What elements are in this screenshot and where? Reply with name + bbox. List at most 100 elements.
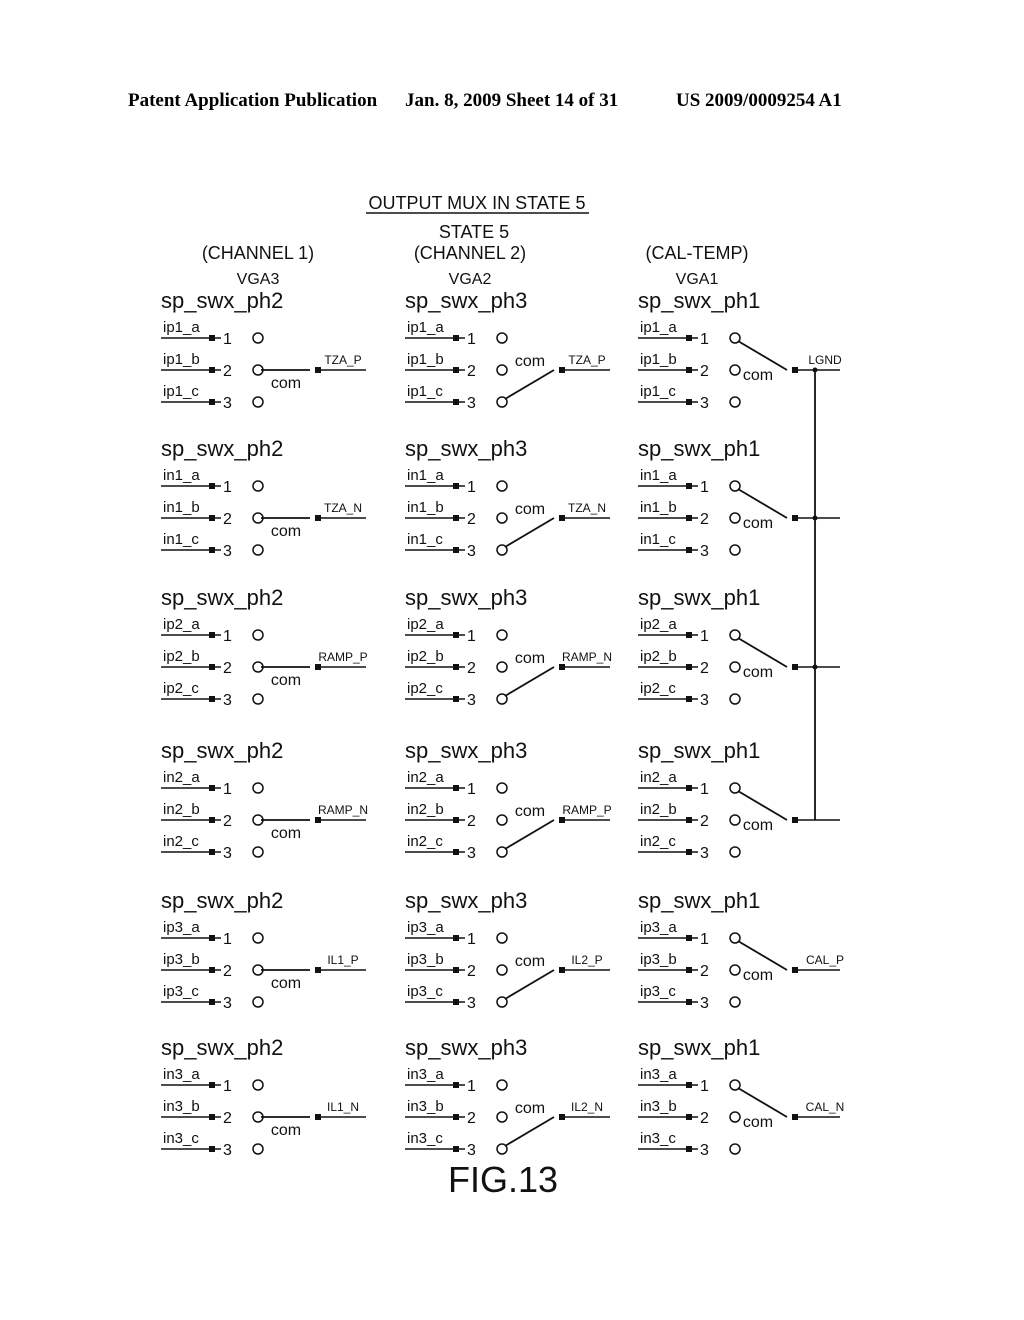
switch-name: sp_swx_ph1 [638,436,760,461]
pin-number: 1 [467,479,476,496]
pin-number: 3 [467,692,476,709]
com-terminal [559,664,565,670]
pin-number: 2 [700,363,709,380]
contact-circle [729,512,741,524]
switch-name: sp_swx_ph2 [161,436,283,461]
input-label: in2_a [640,769,677,786]
pin-number: 2 [223,963,232,980]
com-label: com [271,672,301,689]
input-label: ip2_c [407,680,443,697]
output-net-label: RAMP_P [318,650,367,664]
com-terminal [559,367,565,373]
input-terminal [453,999,459,1005]
switch-block: sp_swx_ph2 in2_a 1 in2_b 2 in2_c 3 com RAMP_N [161,738,368,862]
input-terminal [209,632,215,638]
pin-number: 3 [223,395,232,412]
pin-number: 2 [700,660,709,677]
input-terminal [453,399,459,405]
vga-label: VGA1 [676,271,719,288]
pin-number: 3 [467,543,476,560]
output-net-label: IL2_N [571,1100,603,1114]
input-label: in3_a [640,1066,677,1083]
pin-number: 2 [467,1110,476,1127]
pin-number: 3 [467,845,476,862]
input-terminal [453,817,459,823]
switch-name: sp_swx_ph2 [161,888,283,913]
com-label: com [743,367,773,384]
input-terminal [453,515,459,521]
switch-name: sp_swx_ph1 [638,288,760,313]
pin-number: 1 [700,1078,709,1095]
input-label: in3_b [163,1098,200,1115]
input-terminal [209,1146,215,1152]
input-label: in1_c [640,531,676,548]
switch-name: sp_swx_ph3 [405,738,527,763]
input-terminal [209,849,215,855]
contact-circle [729,544,741,556]
switch-block: sp_swx_ph3 in3_a 1 in3_b 2 in3_c 3 com IL2_N [405,1035,610,1159]
output-net-label: IL2_P [571,953,602,967]
pin-number: 3 [700,395,709,412]
pin-number: 2 [467,813,476,830]
pin-number: 3 [700,845,709,862]
input-label: in3_b [407,1098,444,1115]
column-2: (CHANNEL 2)VGA2sp_swx_ph3ip1_a1ip1_b2ip1… [405,243,612,1159]
contact-circle [496,629,508,641]
switch-name: sp_swx_ph1 [638,738,760,763]
com-label: com [743,967,773,984]
contact-circle [729,964,741,976]
com-terminal [559,1114,565,1120]
channel-label: (CHANNEL 2) [414,243,526,263]
input-terminal [453,696,459,702]
contact-circle [252,693,264,705]
input-terminal [209,817,215,823]
pin-number: 1 [700,931,709,948]
contact-circle [252,332,264,344]
contact-circle [496,480,508,492]
input-terminal [686,664,692,670]
com-terminal [559,817,565,823]
switch-columns: (CHANNEL 1)VGA3sp_swx_ph2ip1_a1ip1_b2ip1… [161,243,844,1159]
input-terminal [686,483,692,489]
switch-arm [504,517,555,548]
output-net-label: TZA_N [324,501,362,515]
switch-block: sp_swx_ph1 ip2_a 1 ip2_b 2 ip2_c 3 com [638,585,840,709]
input-label: in1_a [407,467,444,484]
input-terminal [686,1114,692,1120]
input-terminal [686,999,692,1005]
input-terminal [453,632,459,638]
com-terminal [315,967,321,973]
contact-circle [729,661,741,673]
input-label: ip1_a [163,319,200,336]
com-terminal [792,1114,798,1120]
input-label: ip3_c [163,983,199,1000]
input-terminal [453,935,459,941]
switch-name: sp_swx_ph1 [638,888,760,913]
input-label: in2_a [163,769,200,786]
switch-name: sp_swx_ph2 [161,288,283,313]
contact-circle [729,693,741,705]
switch-name: sp_swx_ph2 [161,585,283,610]
contact-circle [252,629,264,641]
switch-block: sp_swx_ph1 ip3_a 1 ip3_b 2 ip3_c 3 com CAL_P [638,888,844,1012]
input-label: ip2_b [407,648,444,665]
switch-block: sp_swx_ph1 in1_a 1 in1_b 2 in1_c 3 com [638,436,840,560]
com-terminal [315,1114,321,1120]
state-label: STATE 5 [439,222,509,242]
input-terminal [686,849,692,855]
input-label: in3_c [163,1130,199,1147]
switch-block: sp_swx_ph2 in3_a 1 in3_b 2 in3_c 3 com IL1_N [161,1035,366,1159]
com-label: com [515,953,545,970]
pin-number: 1 [700,331,709,348]
switch-arm [504,369,555,400]
contact-circle [729,364,741,376]
com-label: com [743,1114,773,1131]
input-label: ip1_a [640,319,677,336]
pin-number: 1 [467,931,476,948]
input-terminal [686,399,692,405]
com-terminal [792,367,798,373]
vga-label: VGA2 [449,271,492,288]
input-terminal [453,1114,459,1120]
switch-name: sp_swx_ph3 [405,436,527,461]
input-terminal [686,1082,692,1088]
